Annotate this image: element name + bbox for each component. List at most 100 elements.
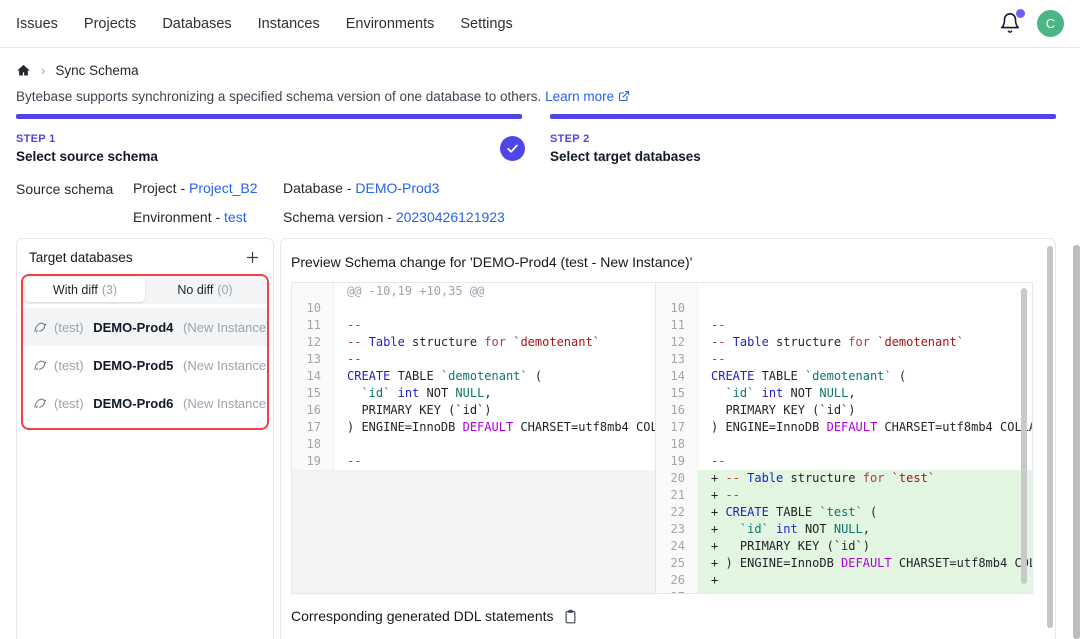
- line-number: 17: [656, 419, 698, 436]
- code-token: --: [725, 590, 739, 593]
- mysql-icon: [33, 320, 48, 335]
- source-field-label: Environment -: [133, 209, 224, 225]
- diff-line: 22+ CREATE TABLE `test` (: [656, 504, 1032, 521]
- code-token: PRIMARY KEY (`id`): [725, 539, 870, 553]
- added-prefix: +: [711, 573, 725, 587]
- code-token: `id`: [361, 386, 390, 400]
- code-token: --: [711, 318, 725, 332]
- code-token: --: [711, 454, 725, 468]
- code-token: CREATE: [347, 369, 390, 383]
- diff-line: 16 PRIMARY KEY (`id`): [292, 402, 655, 419]
- target-database-item[interactable]: (test) DEMO-Prod4 (New Instance): [23, 308, 267, 346]
- line-number: 24: [656, 538, 698, 555]
- code-token: [347, 386, 361, 400]
- diff-line: 27+ --: [656, 589, 1032, 593]
- tab-with-diff[interactable]: With diff(3): [25, 278, 145, 302]
- code-token: for: [484, 335, 506, 349]
- code-content: PRIMARY KEY (`id`): [334, 402, 655, 419]
- code-content: CREATE TABLE `demotenant` (: [698, 368, 1032, 385]
- code-token: NULL: [834, 522, 863, 536]
- code-token: CREATE: [725, 505, 768, 519]
- line-number: [656, 283, 698, 300]
- diff-line: 13--: [292, 351, 655, 368]
- diff-line: 12-- Table structure for `demotenant`: [656, 334, 1032, 351]
- top-navigation: Issues Projects Databases Instances Environm…: [0, 0, 1080, 48]
- code-token: CHARSET=utf8mb4 COLLATI: [513, 420, 655, 434]
- source-field-3: Schema version - 20230426121923: [283, 209, 505, 225]
- source-field-value-link[interactable]: Project_B2: [189, 180, 257, 196]
- schema-diff-editor[interactable]: @@ -10,19 +10,35 @@1011--12-- Table stru…: [291, 282, 1033, 594]
- diff-filter-tabs: With diff(3)No diff(0): [23, 276, 267, 304]
- line-number: 27: [656, 589, 698, 593]
- nav-menu: Issues Projects Databases Instances Environm…: [16, 16, 513, 32]
- code-content: --: [698, 453, 1032, 470]
- external-link-icon[interactable]: [618, 89, 630, 104]
- line-number: 10: [656, 300, 698, 317]
- line-number: 10: [292, 300, 334, 317]
- diff-line: 17) ENGINE=InnoDB DEFAULT CHARSET=utf8mb…: [656, 419, 1032, 436]
- diff-line: 10: [292, 300, 655, 317]
- target-selection-highlight-box: With diff(3)No diff(0) (test) DEMO-Prod4…: [21, 274, 269, 430]
- code-token: ) ENGINE=InnoDB: [725, 556, 841, 570]
- code-content: --: [334, 453, 655, 470]
- added-prefix: +: [711, 539, 725, 553]
- code-token: Table: [733, 335, 769, 349]
- nav-item-environments[interactable]: Environments: [346, 16, 435, 32]
- code-content: PRIMARY KEY (`id`): [698, 402, 1032, 419]
- nav-item-projects[interactable]: Projects: [84, 16, 136, 32]
- code-content: CREATE TABLE `demotenant` (: [334, 368, 655, 385]
- line-number: 13: [292, 351, 334, 368]
- code-token: ) ENGINE=InnoDB: [347, 420, 463, 434]
- line-number: 13: [656, 351, 698, 368]
- code-token: int: [398, 386, 420, 400]
- target-database-item[interactable]: (test) DEMO-Prod6 (New Instance): [23, 384, 267, 422]
- preview-panel-scrollbar[interactable]: [1047, 246, 1053, 628]
- diff-line: 14CREATE TABLE `demotenant` (: [292, 368, 655, 385]
- line-number: 11: [656, 317, 698, 334]
- code-content: `id` int NOT NULL,: [698, 385, 1032, 402]
- target-database-item[interactable]: (test) DEMO-Prod5 (New Instance): [23, 346, 267, 384]
- line-number: 23: [656, 521, 698, 538]
- page-scrollbar[interactable]: [1073, 245, 1080, 639]
- diff-line: [656, 283, 1032, 300]
- db-instance-suffix: (New Instance): [183, 358, 269, 373]
- code-token: --: [711, 352, 725, 366]
- nav-item-issues[interactable]: Issues: [16, 16, 58, 32]
- line-number: 15: [292, 385, 334, 402]
- editor-scrollbar[interactable]: [1021, 288, 1027, 584]
- tab-no-diff[interactable]: No diff(0): [145, 278, 265, 302]
- diff-line: 19--: [656, 453, 1032, 470]
- nav-item-databases[interactable]: Databases: [162, 16, 231, 32]
- breadcrumb-page-title: Sync Schema: [55, 63, 138, 78]
- diff-pane-original: @@ -10,19 +10,35 @@1011--12-- Table stru…: [292, 283, 655, 593]
- nav-item-settings[interactable]: Settings: [460, 16, 512, 32]
- nav-item-instances[interactable]: Instances: [258, 16, 320, 32]
- code-token: DEFAULT: [827, 420, 878, 434]
- added-prefix: +: [711, 522, 725, 536]
- target-database-list: (test) DEMO-Prod4 (New Instance)(test) D…: [23, 304, 267, 428]
- code-content: [334, 436, 655, 453]
- code-token: NULL: [455, 386, 484, 400]
- line-number: 19: [292, 453, 334, 470]
- learn-more-link[interactable]: Learn more: [545, 89, 614, 104]
- line-number: 22: [656, 504, 698, 521]
- add-target-database-button[interactable]: [243, 248, 261, 266]
- source-schema-label: Source schema: [16, 180, 133, 225]
- source-field-value-link[interactable]: DEMO-Prod3: [355, 180, 439, 196]
- copy-ddl-button[interactable]: [563, 609, 578, 624]
- home-icon[interactable]: [16, 63, 31, 78]
- notifications-button[interactable]: [999, 12, 1023, 36]
- code-content: ) ENGINE=InnoDB DEFAULT CHARSET=utf8mb4 …: [334, 419, 655, 436]
- code-token: DEFAULT: [841, 556, 892, 570]
- diff-line: 15 `id` int NOT NULL,: [656, 385, 1032, 402]
- code-content: [698, 436, 1032, 453]
- source-field-1: Database - DEMO-Prod3: [283, 180, 505, 196]
- code-token: ,: [863, 522, 870, 536]
- step1[interactable]: STEP 1 Select source schema: [16, 133, 158, 164]
- avatar[interactable]: C: [1037, 10, 1064, 37]
- code-content: +: [698, 572, 1032, 589]
- code-token: int: [762, 386, 784, 400]
- source-field-value-link[interactable]: 20230426121923: [396, 209, 505, 225]
- source-field-value-link[interactable]: test: [224, 209, 247, 225]
- step2[interactable]: STEP 2 Select target databases: [550, 133, 701, 164]
